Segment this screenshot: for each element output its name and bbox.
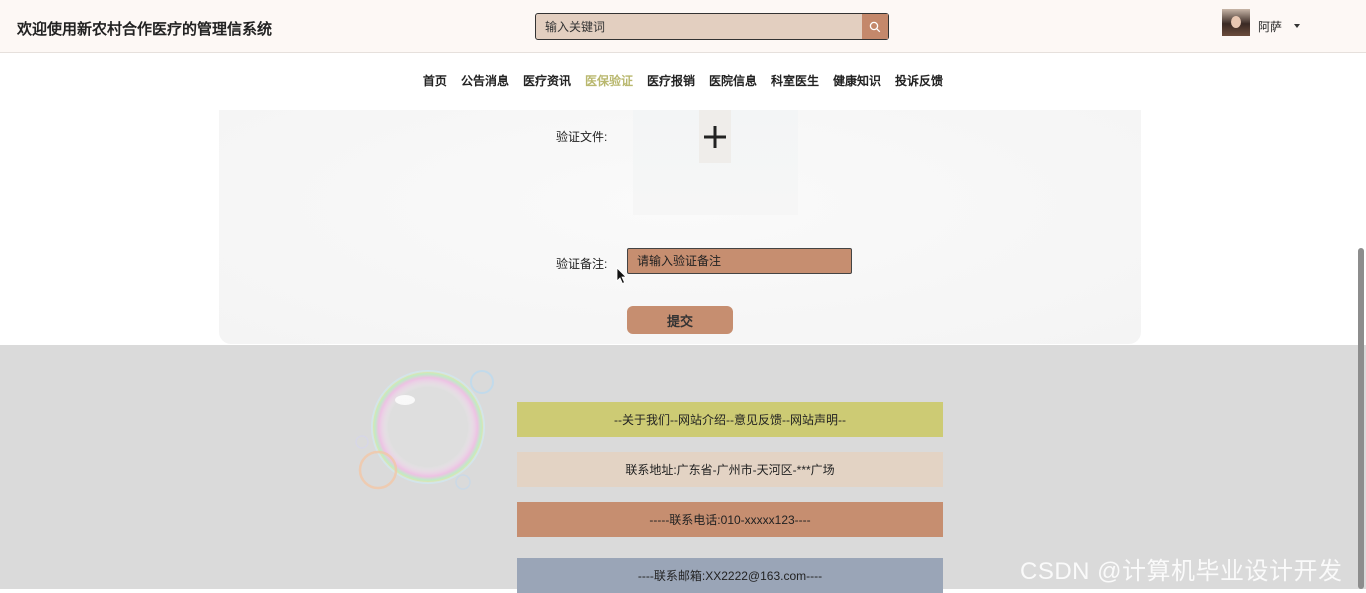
app-title: 欢迎使用新农村合作医疗的管理信系统 xyxy=(17,21,273,38)
watermark: CSDN @计算机毕业设计开发 xyxy=(1020,558,1343,585)
bubble-decoration xyxy=(355,370,494,490)
nav-item-announcements[interactable]: 公告消息 xyxy=(461,72,509,89)
footer-links[interactable]: --关于我们--网站介绍--意见反馈--网站声明-- xyxy=(517,402,943,437)
search-box xyxy=(535,13,889,40)
search-input[interactable] xyxy=(536,14,864,39)
footer-address: 联系地址:广东省-广州市-天河区-***广场 xyxy=(517,452,943,487)
nav-item-insurance-verification[interactable]: 医保验证 xyxy=(585,72,633,89)
submit-button[interactable]: 提交 xyxy=(627,306,733,334)
avatar[interactable] xyxy=(1222,9,1250,36)
scrollbar[interactable] xyxy=(1358,248,1364,589)
search-button[interactable] xyxy=(862,14,888,39)
upload-button[interactable] xyxy=(699,110,731,163)
nav-item-complaints[interactable]: 投诉反馈 xyxy=(895,72,943,89)
note-label: 验证备注: xyxy=(556,257,608,271)
mouse-cursor-icon xyxy=(616,267,627,285)
plus-icon xyxy=(704,125,726,148)
verification-form: 验证文件: 验证备注: 提交 xyxy=(219,110,1141,344)
nav-item-health-knowledge[interactable]: 健康知识 xyxy=(833,72,881,89)
caret-down-icon[interactable] xyxy=(1294,24,1300,28)
footer-phone: -----联系电话:010-xxxxx123---- xyxy=(517,502,943,537)
nav-item-hospital-info[interactable]: 医院信息 xyxy=(709,72,757,89)
nav-item-home[interactable]: 首页 xyxy=(423,72,447,89)
nav-item-medical-news[interactable]: 医疗资讯 xyxy=(523,72,571,89)
main-nav: 首页 公告消息 医疗资讯 医保验证 医疗报销 医院信息 科室医生 健康知识 投诉… xyxy=(0,72,1366,89)
top-bar: 欢迎使用新农村合作医疗的管理信系统 阿萨 xyxy=(0,0,1366,53)
nav-item-department-doctors[interactable]: 科室医生 xyxy=(771,72,819,89)
file-label: 验证文件: xyxy=(556,130,608,144)
nav-item-reimbursement[interactable]: 医疗报销 xyxy=(647,72,695,89)
user-name[interactable]: 阿萨 xyxy=(1258,18,1282,35)
search-icon xyxy=(869,21,881,32)
note-input[interactable] xyxy=(627,248,852,274)
footer-email: ----联系邮箱:XX2222@163.com---- xyxy=(517,558,943,593)
